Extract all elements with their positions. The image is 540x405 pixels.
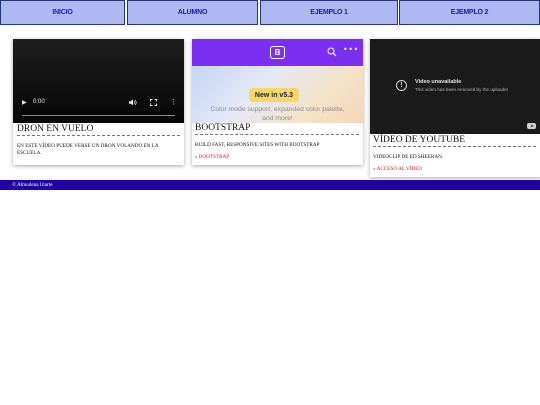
card-title: VÍDEO DE YOUTUBE <box>373 135 465 145</box>
title-divider <box>195 134 359 135</box>
nav-ejemplo1-button[interactable]: EJEMPLO 1 <box>260 0 398 25</box>
new-version-badge: New in v5.3 <box>249 88 299 102</box>
bootstrap-link[interactable]: » BOOTSTRAP <box>195 154 229 160</box>
play-icon[interactable]: ▶ <box>22 99 27 106</box>
card-dron: ▶ 0:00 ⋮ DRON EN VUELO EN ESTE VÍDEO PUE… <box>13 39 184 165</box>
more-options-icon[interactable]: ⋮ <box>170 98 177 106</box>
card-description: EN ESTE VÍDEO PUEDE VERSE UN DRON VOLAND… <box>17 143 159 156</box>
nav-inicio-button[interactable]: INICIO <box>0 0 125 25</box>
card-description: VIDEOCLIP DE ED SHEERAN. <box>373 154 444 160</box>
alert-circle-icon: ! <box>396 80 407 91</box>
youtube-embed-player[interactable]: ! Video unavailable This video has been … <box>370 39 540 134</box>
footer-copyright: © Almudena Iriarte <box>12 181 53 188</box>
card-title: DRON EN VUELO <box>17 124 94 134</box>
youtube-video-link[interactable]: » ACCESO AL VÍDEO <box>373 166 422 172</box>
title-divider <box>17 135 180 136</box>
bootstrap-banner-image[interactable]: B ••• New in v5.3 Color mode support, ex… <box>192 39 363 123</box>
video-unavailable-title: Video unavailable <box>415 79 462 85</box>
title-divider <box>373 146 536 147</box>
video-unavailable-message: This video has been removed by the uploa… <box>415 87 509 92</box>
youtube-icon[interactable] <box>527 123 536 129</box>
video-time: 0:00 <box>33 99 45 105</box>
drone-video-player[interactable]: ▶ 0:00 ⋮ <box>13 39 184 123</box>
bootstrap-tagline: Color mode support, expanded color palet… <box>210 106 345 122</box>
fullscreen-icon[interactable] <box>150 99 157 106</box>
more-options-icon: ••• <box>343 45 359 54</box>
footer: © Almudena Iriarte <box>0 180 540 190</box>
top-navigation: INICIO ALUMNO EJEMPLO 1 EJEMPLO 2 <box>0 0 540 25</box>
card-description: BUILD FAST, RESPONSIVE SITES WITH BOOTST… <box>195 142 320 148</box>
nav-alumno-button[interactable]: ALUMNO <box>127 0 258 25</box>
search-icon <box>327 47 337 57</box>
volume-icon[interactable] <box>129 99 137 106</box>
card-title: BOOTSTRAP <box>195 123 251 133</box>
card-youtube: ! Video unavailable This video has been … <box>370 39 540 177</box>
video-progress-bar[interactable] <box>22 115 175 116</box>
bootstrap-logo-icon: B <box>270 46 285 59</box>
card-bootstrap: B ••• New in v5.3 Color mode support, ex… <box>192 39 363 165</box>
nav-ejemplo2-button[interactable]: EJEMPLO 2 <box>399 0 540 25</box>
